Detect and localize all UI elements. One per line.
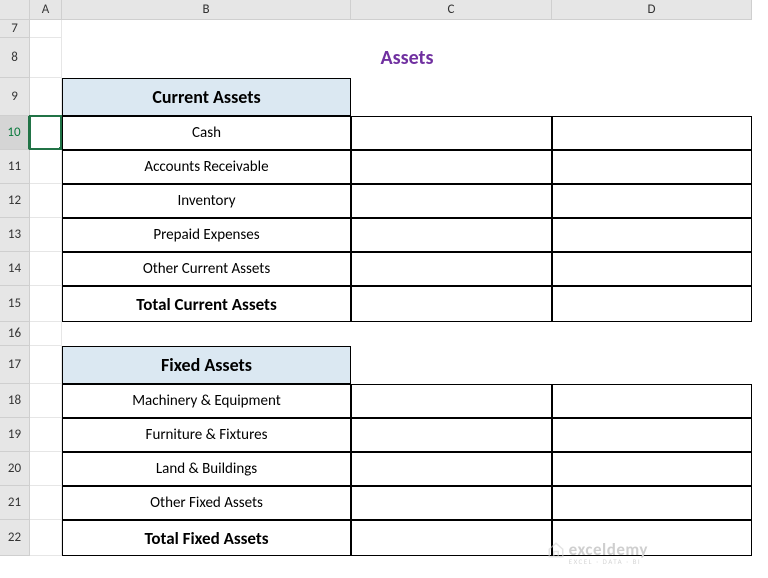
row-header-17[interactable]: 17 (0, 346, 30, 384)
cell-A13[interactable] (30, 218, 62, 252)
cell-A12[interactable] (30, 184, 62, 218)
row-header-21[interactable]: 21 (0, 486, 30, 520)
section-header-fixed-assets[interactable]: Fixed Assets (62, 346, 351, 384)
row-header-9[interactable]: 9 (0, 78, 30, 116)
cell-A14[interactable] (30, 252, 62, 286)
section-header-current-assets[interactable]: Current Assets (62, 78, 351, 116)
cell-D14[interactable] (552, 252, 752, 286)
cell-A8[interactable] (30, 38, 62, 78)
cell-B12[interactable]: Inventory (62, 184, 351, 218)
cell-C7[interactable] (351, 20, 552, 38)
col-header-A[interactable]: A (30, 0, 62, 20)
cell-A10[interactable] (30, 116, 62, 150)
cell-B20[interactable]: Land & Buildings (62, 452, 351, 486)
cell-A17[interactable] (30, 346, 62, 384)
watermark-tagline: EXCEL · DATA · BI (569, 557, 642, 566)
cell-D11[interactable] (552, 150, 752, 184)
col-header-C[interactable]: C (351, 0, 552, 20)
cell-C10[interactable] (351, 116, 552, 150)
cell-D7[interactable] (552, 20, 752, 38)
cell-A9[interactable] (30, 78, 62, 116)
cell-C9[interactable] (351, 78, 552, 116)
cell-C13[interactable] (351, 218, 552, 252)
cell-D16[interactable] (552, 322, 752, 346)
cell-C16[interactable] (351, 322, 552, 346)
cell-C18[interactable] (351, 384, 552, 418)
cell-D20[interactable] (552, 452, 752, 486)
col-header-B[interactable]: B (62, 0, 351, 20)
col-header-D[interactable]: D (552, 0, 752, 20)
cell-B21[interactable]: Other Fixed Assets (62, 486, 351, 520)
cell-B18[interactable]: Machinery & Equipment (62, 384, 351, 418)
cell-B14[interactable]: Other Current Assets (62, 252, 351, 286)
cell-C15[interactable] (351, 286, 552, 322)
row-header-16[interactable]: 16 (0, 322, 30, 346)
cell-D10[interactable] (552, 116, 752, 150)
cell-A7[interactable] (30, 20, 62, 38)
cell-C20[interactable] (351, 452, 552, 486)
cell-C11[interactable] (351, 150, 552, 184)
cell-A18[interactable] (30, 384, 62, 418)
cell-D9[interactable] (552, 78, 752, 116)
cell-B22[interactable]: Total Fixed Assets (62, 520, 351, 556)
cell-B7[interactable] (62, 20, 351, 38)
row-header-18[interactable]: 18 (0, 384, 30, 418)
cell-D13[interactable] (552, 218, 752, 252)
cell-C19[interactable] (351, 418, 552, 452)
cell-D12[interactable] (552, 184, 752, 218)
cell-C14[interactable] (351, 252, 552, 286)
cell-A19[interactable] (30, 418, 62, 452)
cell-D18[interactable] (552, 384, 752, 418)
row-header-7[interactable]: 7 (0, 20, 30, 38)
row-header-13[interactable]: 13 (0, 218, 30, 252)
cell-D21[interactable] (552, 486, 752, 520)
cell-A20[interactable] (30, 452, 62, 486)
row-header-14[interactable]: 14 (0, 252, 30, 286)
row-header-22[interactable]: 22 (0, 520, 30, 556)
cell-B10[interactable]: Cash (62, 116, 351, 150)
row-header-19[interactable]: 19 (0, 418, 30, 452)
cell-D15[interactable] (552, 286, 752, 322)
select-all-corner[interactable] (0, 0, 30, 20)
cell-B19[interactable]: Furniture & Fixtures (62, 418, 351, 452)
cell-D22[interactable] (552, 520, 752, 556)
cell-C21[interactable] (351, 486, 552, 520)
row-header-8[interactable]: 8 (0, 38, 30, 78)
cell-D19[interactable] (552, 418, 752, 452)
row-header-10[interactable]: 10 (0, 116, 30, 150)
cell-A11[interactable] (30, 150, 62, 184)
row-header-11[interactable]: 11 (0, 150, 30, 184)
row-header-20[interactable]: 20 (0, 452, 30, 486)
cell-A16[interactable] (30, 322, 62, 346)
cell-D17[interactable] (552, 346, 752, 384)
cell-A15[interactable] (30, 286, 62, 322)
cell-C17[interactable] (351, 346, 552, 384)
cell-B11[interactable]: Accounts Receivable (62, 150, 351, 184)
cell-B15[interactable]: Total Current Assets (62, 286, 351, 322)
row-header-12[interactable]: 12 (0, 184, 30, 218)
spreadsheet-grid: A B C D 7 8 Assets 9 Current Assets 10 C… (0, 0, 768, 556)
page-title[interactable]: Assets (62, 38, 752, 78)
cell-B13[interactable]: Prepaid Expenses (62, 218, 351, 252)
cell-A22[interactable] (30, 520, 62, 556)
cell-A21[interactable] (30, 486, 62, 520)
cell-C12[interactable] (351, 184, 552, 218)
cell-B16[interactable] (62, 322, 351, 346)
row-header-15[interactable]: 15 (0, 286, 30, 322)
cell-C22[interactable] (351, 520, 552, 556)
